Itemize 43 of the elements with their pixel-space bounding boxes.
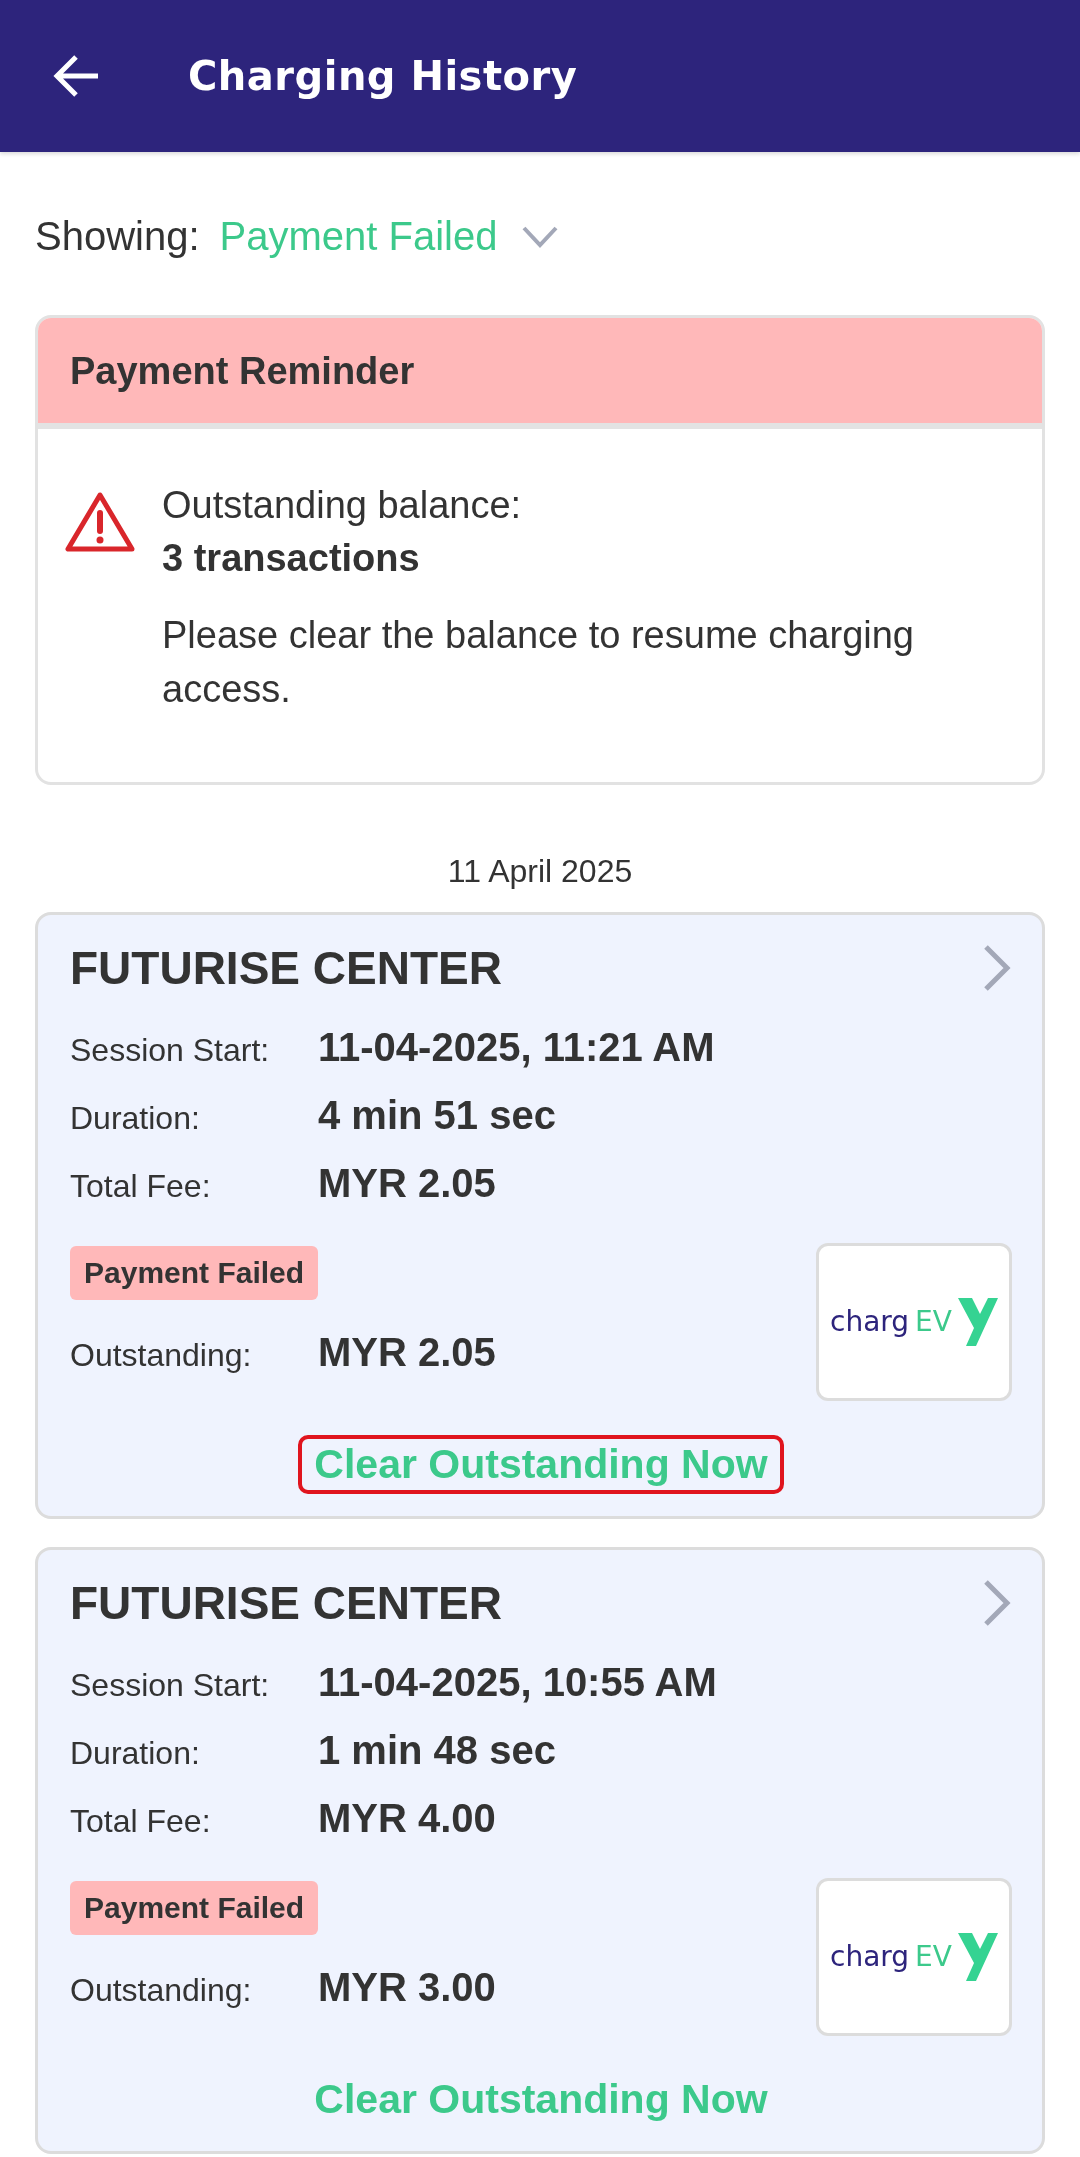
chevron-right-icon[interactable] xyxy=(982,1577,1012,1628)
field-label: Outstanding: xyxy=(70,1336,253,1374)
status-badge: Payment Failed xyxy=(70,1880,319,1935)
logo-text: EV xyxy=(915,1940,952,1974)
status-badge: Payment Failed xyxy=(70,1245,319,1300)
clear-outstanding-button[interactable]: Clear Outstanding Now xyxy=(298,1434,784,1494)
site-name: FUTURISE CENTER xyxy=(70,940,502,995)
filter-label: Showing: xyxy=(35,214,200,259)
reminder-title: Payment Reminder xyxy=(38,318,1042,429)
reminder-message: Please clear the balance to resume charging access. xyxy=(162,613,915,712)
field-value: MYR 2.05 xyxy=(318,1329,496,1375)
session-card[interactable]: FUTURISE CENTER Session Start: 11-04-2025, 10:55 AM Duration: 1 min 48 sec Total Fee: MYR 4.00 Payment Failed Outstanding: MYR 3.00 charg EV Clear Outstanding Now xyxy=(35,1546,1045,2154)
date-heading: 11 April 2025 xyxy=(446,851,634,891)
field-value: 11-04-2025, 11:21 AM xyxy=(318,1024,715,1070)
warning-icon xyxy=(64,491,136,555)
field-label: Total Fee: xyxy=(70,1167,212,1205)
field-value: 4 min 51 sec xyxy=(318,1092,556,1138)
field-value: MYR 4.00 xyxy=(318,1795,496,1841)
balance-value: 3 transactions xyxy=(162,536,421,582)
field-label: Duration: xyxy=(70,1734,201,1772)
logo-text: EV xyxy=(915,1305,952,1339)
logo-text: charg xyxy=(830,1305,910,1339)
back-arrow-icon[interactable] xyxy=(52,54,100,98)
screen-title: Charging History xyxy=(188,53,578,99)
field-value: MYR 3.00 xyxy=(318,1964,496,2010)
chevron-down-icon[interactable] xyxy=(521,224,560,249)
filter-dropdown[interactable]: Payment Failed xyxy=(219,214,560,259)
chevron-right-icon[interactable] xyxy=(982,942,1012,993)
clear-outstanding-button[interactable]: Clear Outstanding Now xyxy=(298,2069,784,2129)
balance-label: Outstanding balance: xyxy=(162,483,523,528)
field-label: Total Fee: xyxy=(70,1802,212,1840)
logo-mark-icon xyxy=(957,1295,998,1348)
field-label: Session Start: xyxy=(70,1031,271,1069)
field-value: 11-04-2025, 10:55 AM xyxy=(318,1659,717,1705)
session-card[interactable]: FUTURISE CENTER Session Start: 11-04-2025, 11:21 AM Duration: 4 min 51 sec Total Fee: MYR 2.05 Payment Failed Outstanding: MYR 2.05 charg EV Clear Outstanding Now xyxy=(35,911,1045,1519)
site-name: FUTURISE CENTER xyxy=(70,1575,502,1630)
field-value: MYR 2.05 xyxy=(318,1160,496,1206)
field-label: Outstanding: xyxy=(70,1971,253,2009)
field-value: 1 min 48 sec xyxy=(318,1727,556,1773)
logo-mark-icon xyxy=(957,1930,998,1983)
logo-text: charg xyxy=(830,1940,910,1974)
field-label: Session Start: xyxy=(70,1666,271,1704)
field-label: Duration: xyxy=(70,1099,201,1137)
